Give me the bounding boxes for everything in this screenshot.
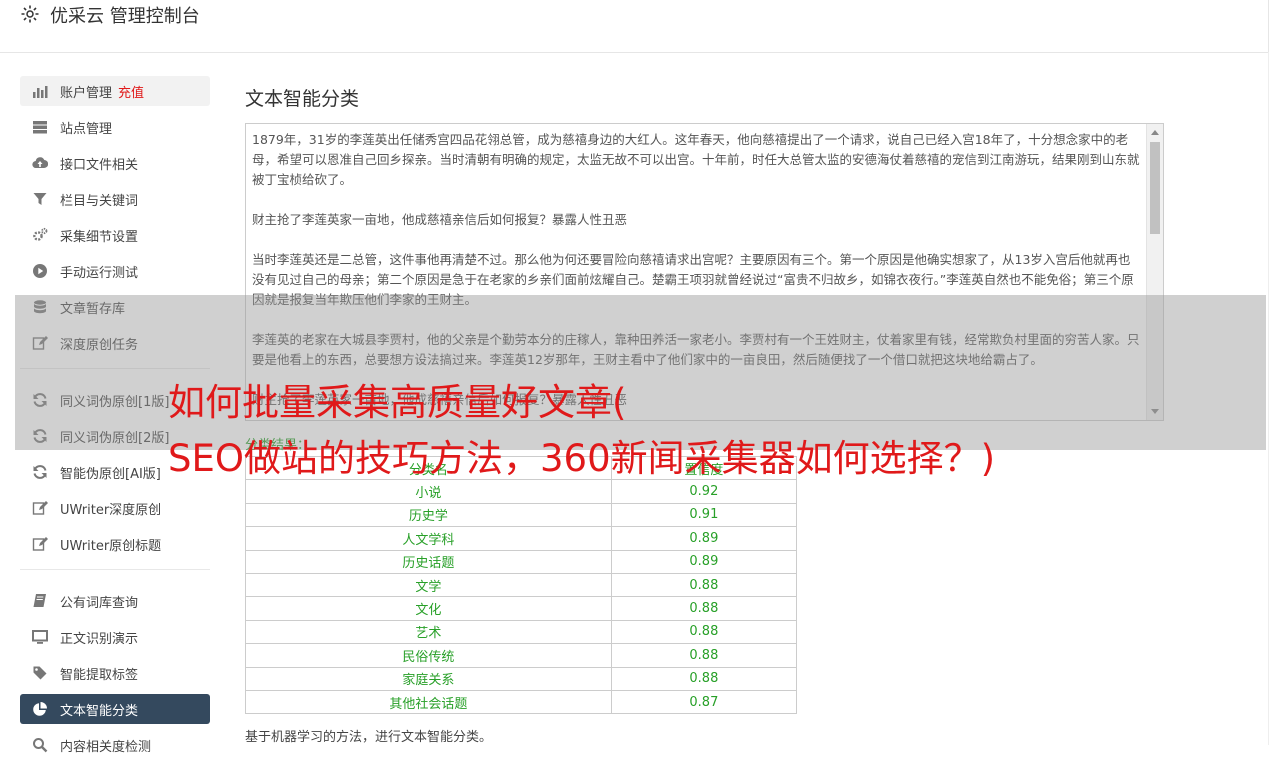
table-row: 文化 0.88 [245,596,798,621]
confidence-cell: 0.87 [610,689,798,715]
sidebar-item[interactable]: 栏目与关键词 [20,184,210,214]
scroll-thumb[interactable] [1150,142,1160,234]
confidence-cell: 0.88 [610,666,798,691]
page-title: 文本智能分类 [245,88,360,110]
confidence-cell: 0.89 [610,549,798,574]
sidebar-item-label: 手动运行测试 [60,265,139,281]
server-icon [32,119,48,135]
confidence-cell: 0.89 [610,526,798,551]
recharge-link[interactable]: 充值 [118,82,144,101]
sidebar-item[interactable]: 内容相关度检测 [20,730,210,760]
confidence-cell: 0.88 [610,643,798,668]
table-row: 历史学 0.91 [245,502,798,528]
sidebar-item-label: 文本智能分类 [60,703,139,719]
table-row: 人文学科 0.89 [245,526,798,551]
confidence-cell: 0.88 [610,619,798,645]
sidebar-item[interactable]: 采集细节设置 [20,220,210,250]
table-row: 民俗传统 0.88 [245,643,798,668]
bar-chart-icon [32,83,48,99]
tag-icon [32,665,48,681]
sidebar-item-label: 账户管理 [60,85,113,101]
sidebar-item-label: 站点管理 [60,121,113,137]
edit-icon [32,500,48,516]
sidebar-item-label: 正文识别演示 [60,631,139,647]
gears-icon [32,227,48,243]
sidebar-item-label: 公有词库查询 [60,595,139,611]
footnote: 基于机器学习的方法，进行文本智能分类。 [245,730,493,745]
sidebar-divider [20,569,210,570]
sidebar-item-label: UWriter原创标题 [60,538,162,554]
category-cell: 其他社会话题 [245,689,612,715]
classification-table: 分类名 置信度 小说 0.92 历史学 0.91 人文学科 0.89 历史话题 0.89 文学 0… [245,455,798,715]
category-cell: 历史学 [245,502,612,528]
page-right-border [1268,52,1269,745]
table-row: 家庭关系 0.88 [245,666,798,691]
gear-icon [20,4,40,24]
sidebar-item-label: 智能伪原创[AI版] [60,466,161,482]
category-cell: 历史话题 [245,549,612,574]
sidebar-item[interactable]: 站点管理 [20,112,210,142]
sidebar-item-label: UWriter深度原创 [60,502,162,518]
category-cell: 家庭关系 [245,666,612,691]
category-cell: 文化 [245,596,612,621]
table-row: 艺术 0.88 [245,619,798,645]
book-icon [32,593,48,609]
cloud-upload-icon [32,155,48,171]
edit-icon [32,536,48,552]
sidebar-item[interactable]: UWriter深度原创 [20,493,210,523]
text-paragraph: 1879年，31岁的李莲英出任储秀宫四品花翎总管，成为慈禧身边的大红人。这年春天… [252,132,1140,187]
scroll-up-icon[interactable] [1151,130,1159,135]
overlay-title-line2: SEO做站的技巧方法，360新闻采集器如何选择？) [168,437,996,480]
sidebar-item[interactable]: 公有词库查询 [20,586,210,616]
sidebar-item[interactable]: UWriter原创标题 [20,529,210,559]
sidebar-item-label: 栏目与关键词 [60,193,139,209]
category-cell: 艺术 [245,619,612,645]
sidebar-item-label: 内容相关度检测 [60,739,152,755]
category-cell: 人文学科 [245,526,612,551]
top-bar: 优采云 管理控制台 [0,0,1269,53]
sidebar-item-label: 智能提取标签 [60,667,139,683]
overlay-title-line1: 如何批量采集高质量好文章( [168,381,627,424]
sidebar-item[interactable]: 文本智能分类 [20,694,210,724]
category-cell: 民俗传统 [245,643,612,668]
refresh-icon [32,464,48,480]
sidebar-item[interactable]: 手动运行测试 [20,256,210,286]
filter-icon [32,191,48,207]
sidebar-item[interactable]: 接口文件相关 [20,148,210,178]
sidebar-item[interactable]: 智能提取标签 [20,658,210,688]
sidebar-item[interactable]: 账户管理 充值 [20,76,210,106]
confidence-cell: 0.91 [610,502,798,528]
sidebar-item[interactable]: 正文识别演示 [20,622,210,652]
category-cell: 文学 [245,572,612,598]
confidence-cell: 0.88 [610,572,798,598]
sidebar-item-label: 接口文件相关 [60,157,139,173]
overlay-title: 如何批量采集高质量好文章( SEO做站的技巧方法，360新闻采集器如何选择？) [168,375,1168,487]
pie-chart-icon [32,701,48,717]
table-row: 文学 0.88 [245,572,798,598]
play-circle-icon [32,263,48,279]
table-row: 历史话题 0.89 [245,549,798,574]
sidebar-item-label: 采集细节设置 [60,229,139,245]
table-row: 其他社会话题 0.87 [245,689,798,715]
console-title: 优采云 管理控制台 [50,6,200,27]
text-paragraph: 财主抢了李莲英家一亩地，他成慈禧亲信后如何报复？暴露人性丑恶 [252,212,628,227]
search-icon [32,737,48,753]
confidence-cell: 0.88 [610,596,798,621]
monitor-icon [32,629,48,645]
